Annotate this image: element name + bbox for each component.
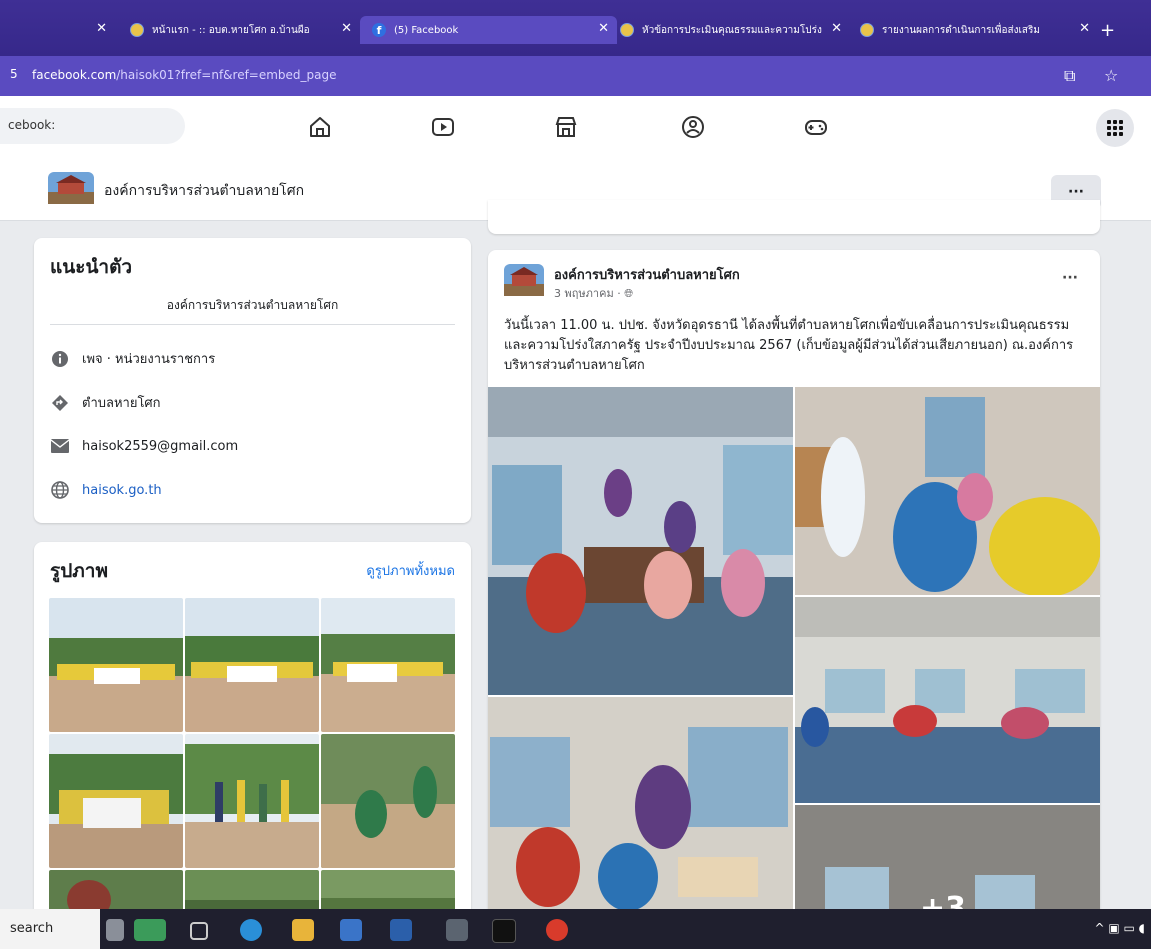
intro-website-row: haisok.go.th — [50, 480, 162, 500]
intro-email[interactable]: haisok2559@gmail.com — [82, 439, 238, 454]
tab-facebook[interactable]: f (5) Facebook ✕ — [360, 16, 617, 44]
intro-website-link[interactable]: haisok.go.th — [82, 483, 162, 498]
close-icon[interactable]: ✕ — [831, 21, 842, 36]
post-text: วันนี้เวลา 11.00 น. ปปช. จังหวัดอุดรธานี… — [504, 318, 1074, 373]
url-field[interactable]: facebook.com/haisok01?fref=nf&ref=embed_… — [32, 68, 337, 82]
open-in-app-icon[interactable]: ⧉ — [1064, 66, 1075, 86]
tab-ita-topics[interactable]: หัวข้อการประเมินคุณธรรมและความโปร่ง ✕ — [612, 16, 850, 44]
photo-thumbnail[interactable] — [49, 734, 183, 868]
post-photo-more[interactable]: +3 — [795, 805, 1100, 910]
tab-report[interactable]: รายงานผลการดำเนินการเพื่อส่งเสริม ✕ — [852, 16, 1098, 44]
intro-category-row: เพจ · หน่วยงานราชการ — [50, 348, 215, 369]
intro-location-row: ตำบลหายโศก — [50, 392, 161, 413]
post-photo[interactable] — [795, 597, 1100, 803]
photos-heading: รูปภาพ — [50, 560, 108, 582]
figure-icon[interactable] — [106, 919, 124, 941]
site-favicon-icon — [130, 23, 144, 37]
new-tab-button[interactable]: + — [1100, 20, 1115, 41]
email-icon — [50, 436, 70, 456]
page-info-icon[interactable]: 5 — [10, 67, 18, 81]
edge-browser-icon[interactable] — [240, 919, 262, 941]
post-date[interactable]: 3 พฤษภาคม · 🌐︎ — [554, 284, 633, 302]
tab-title: หน้าแรก - :: อบต.หายโศก อ.บ้านผือ — [152, 24, 310, 36]
file-explorer-icon[interactable] — [292, 919, 314, 941]
system-tray[interactable]: ^ ▣ ▭ ◖ — [1095, 921, 1146, 935]
photo-thumbnail[interactable] — [185, 734, 319, 868]
intro-heading: แนะนำตัว — [50, 256, 133, 278]
post-photo[interactable] — [488, 697, 793, 910]
post-photo[interactable] — [795, 387, 1100, 595]
store-icon[interactable] — [340, 919, 362, 941]
marketplace-icon[interactable] — [553, 114, 579, 140]
tiktok-icon[interactable] — [492, 919, 516, 943]
windows-taskbar: search ^ ▣ ▭ ◖ — [0, 909, 1151, 949]
bookmark-star-icon[interactable]: ☆ — [1104, 66, 1118, 85]
intro-category: เพจ · หน่วยงานราชการ — [82, 352, 216, 367]
facebook-search-field[interactable]: cebook: — [0, 108, 185, 144]
divider — [50, 324, 455, 325]
more-photos-count: +3 — [920, 891, 967, 910]
url-host: facebook.com — [32, 68, 117, 82]
post-author-avatar[interactable] — [504, 264, 544, 296]
photo-thumbnail[interactable] — [321, 734, 455, 868]
photo-thumbnail[interactable] — [185, 598, 319, 732]
site-favicon-icon — [860, 23, 874, 37]
intro-description: องค์การบริหารส่วนตำบลหายโศก — [166, 298, 339, 312]
close-icon[interactable]: ✕ — [1079, 21, 1090, 36]
page-name[interactable]: องค์การบริหารส่วนตำบลหายโศก — [104, 180, 304, 202]
close-icon[interactable]: ✕ — [96, 21, 107, 36]
info-icon — [50, 349, 70, 369]
tab-title: (5) Facebook — [394, 24, 459, 36]
word-icon[interactable] — [390, 919, 412, 941]
facebook-icon: f — [372, 23, 386, 37]
tab-prev[interactable]: ✕ — [20, 16, 115, 44]
grid-menu-icon — [1107, 120, 1123, 136]
see-all-photos-link[interactable]: ดูรูปภาพทั้งหมด — [366, 560, 455, 581]
more-icon: ··· — [1068, 184, 1084, 200]
post-more-button[interactable]: ··· — [1062, 270, 1078, 286]
video-icon[interactable] — [430, 114, 456, 140]
tab-title: หัวข้อการประเมินคุณธรรมและความโปร่ง — [642, 24, 822, 36]
intro-email-row: haisok2559@gmail.com — [50, 436, 238, 456]
directions-icon — [50, 393, 70, 413]
post-photo[interactable] — [488, 387, 793, 695]
page-avatar[interactable] — [48, 172, 94, 204]
post-card: องค์การบริหารส่วนตำบลหายโศก 3 พฤษภาคม · … — [488, 250, 1100, 910]
previous-post-edge — [488, 200, 1100, 234]
post-date-text: 3 พฤษภาคม · — [554, 287, 621, 300]
photo-thumbnail[interactable] — [321, 598, 455, 732]
close-icon[interactable]: ✕ — [598, 21, 609, 36]
globe-icon: 🌐︎ — [624, 287, 633, 300]
search-text: cebook: — [8, 118, 56, 132]
landscape-widget-icon[interactable] — [134, 919, 166, 941]
globe-icon — [50, 480, 70, 500]
url-path: /haisok01?fref=nf&ref=embed_page — [116, 68, 337, 82]
menu-grid-button[interactable] — [1096, 109, 1134, 147]
intro-card: แนะนำตัว องค์การบริหารส่วนตำบลหายโศก เพจ… — [34, 238, 471, 523]
site-favicon-icon — [620, 23, 634, 37]
close-icon[interactable]: ✕ — [341, 21, 352, 36]
calculator-icon[interactable] — [446, 919, 468, 941]
chrome-icon[interactable] — [546, 919, 568, 941]
address-bar: 5 facebook.com/haisok01?fref=nf&ref=embe… — [0, 56, 1151, 96]
photo-thumbnail[interactable] — [49, 598, 183, 732]
facebook-top-nav: cebook: — [0, 96, 1151, 159]
groups-icon[interactable] — [680, 114, 706, 140]
home-icon[interactable] — [307, 114, 333, 140]
taskbar-search-box[interactable]: search — [0, 909, 100, 949]
tab-home[interactable]: หน้าแรก - :: อบต.หายโศก อ.บ้านผือ ✕ — [122, 16, 360, 44]
post-author-name[interactable]: องค์การบริหารส่วนตำบลหายโศก — [554, 264, 740, 285]
photos-card: รูปภาพ ดูรูปภาพทั้งหมด — [34, 542, 471, 922]
task-view-icon[interactable] — [190, 922, 208, 940]
browser-tab-strip: ✕ หน้าแรก - :: อบต.หายโศก อ.บ้านผือ ✕ f … — [0, 0, 1151, 56]
gaming-icon[interactable] — [803, 114, 829, 140]
intro-location: ตำบลหายโศก — [82, 396, 161, 411]
taskbar-search-label: search — [10, 921, 54, 936]
tab-title: รายงานผลการดำเนินการเพื่อส่งเสริม — [882, 24, 1040, 36]
